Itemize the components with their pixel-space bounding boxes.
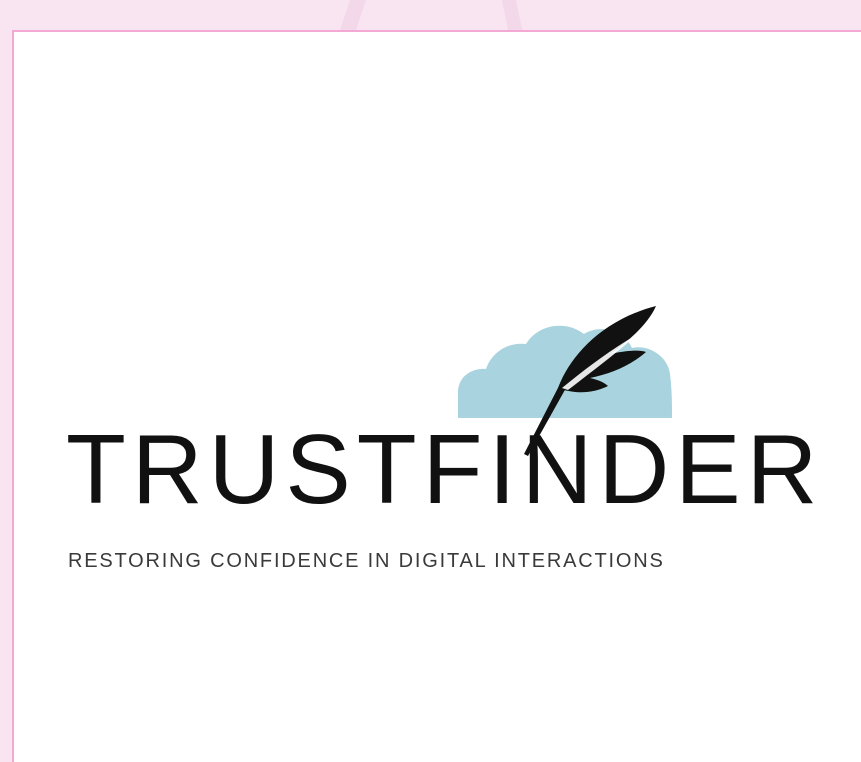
brand-tagline: RESTORING CONFIDENCE IN DIGITAL INTERACT…	[68, 550, 665, 572]
background-stroke	[340, 0, 366, 30]
image-card: TRUSTFINDER RESTORING CONFIDENCE IN DIGI…	[12, 30, 861, 762]
brand-name: TRUSTFINDER	[66, 414, 824, 524]
trustfinder-logo: TRUSTFINDER RESTORING CONFIDENCE IN DIGI…	[14, 32, 861, 762]
cloud-icon	[458, 325, 672, 418]
background-stroke	[501, 0, 523, 30]
